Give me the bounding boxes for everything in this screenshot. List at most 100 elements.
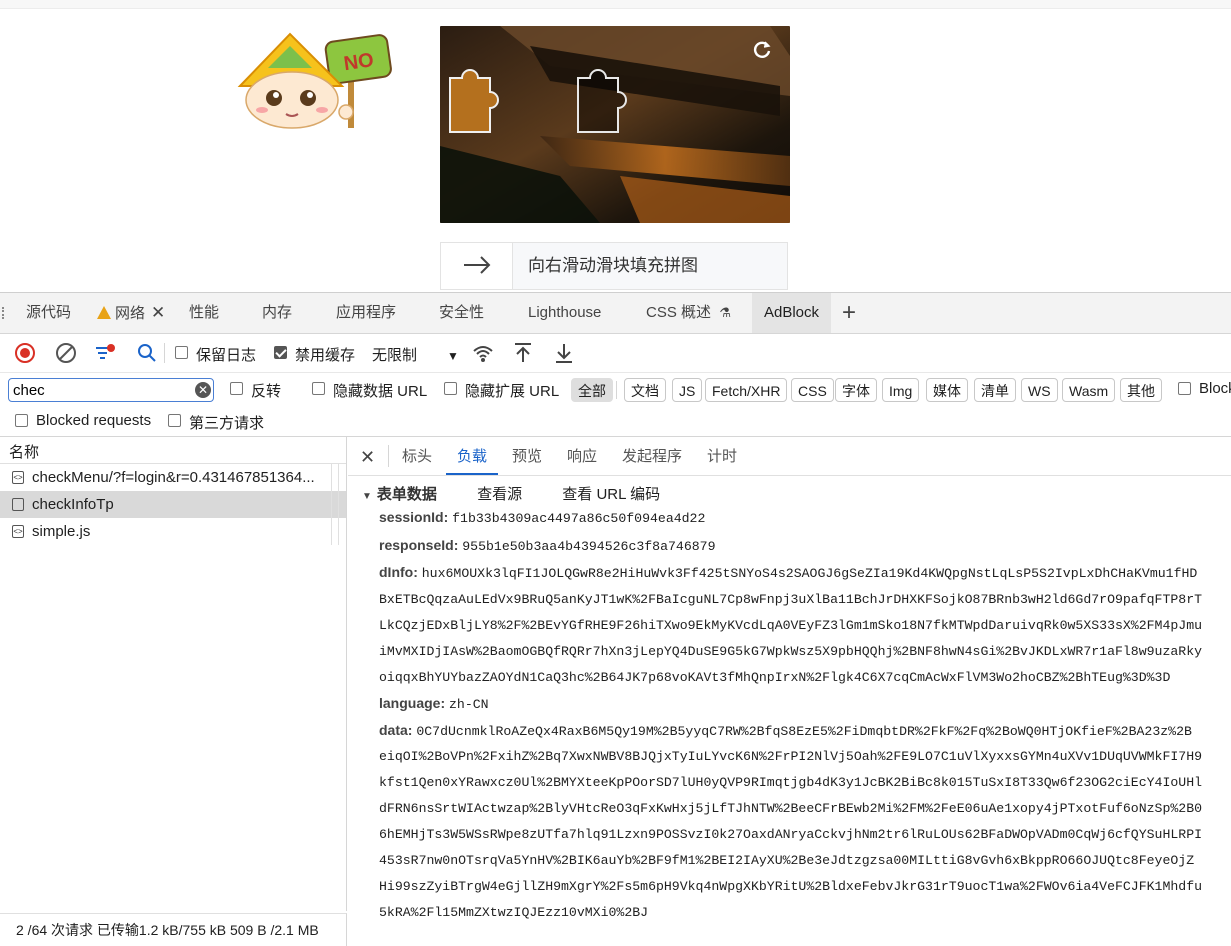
tab-payload[interactable]: 负载 <box>446 437 499 475</box>
field-dinfo: dInfo: hux6MOUXk3lqFI1JOLQGwR8e2HiHuWvk3… <box>379 564 1197 581</box>
blocked-requests-checkbox[interactable] <box>15 414 28 427</box>
type-filter-ws[interactable]: WS <box>1021 378 1058 402</box>
type-filter-manifest[interactable]: 清单 <box>974 378 1016 402</box>
close-icon[interactable]: ✕ <box>151 303 165 322</box>
warning-icon <box>97 306 111 319</box>
filter-bar-secondary: Blocked requests 第三方请求 <box>0 405 1231 437</box>
field-key: data: <box>379 722 413 738</box>
type-filter-css[interactable]: CSS <box>791 378 834 402</box>
preserve-log-checkbox[interactable] <box>175 346 188 359</box>
field-value-continued: kfst1Qen0xYRawxcz0Ul%2BMYXteeKpPOorSD7lU… <box>379 775 1203 790</box>
search-icon[interactable] <box>137 343 157 363</box>
tab-application[interactable]: 应用程序 <box>336 293 396 333</box>
tab-preview[interactable]: 预览 <box>512 437 542 475</box>
type-filter-font[interactable]: 字体 <box>835 378 877 402</box>
request-row[interactable]: <> checkMenu/?f=login&r=0.431467851364..… <box>0 464 346 491</box>
type-filter-other[interactable]: 其他 <box>1120 378 1162 402</box>
type-filter-js[interactable]: JS <box>672 378 703 402</box>
request-list: 名称 <> checkMenu/?f=login&r=0.43146785136… <box>0 437 347 911</box>
request-row[interactable]: <> simple.js <box>0 518 346 545</box>
refresh-icon[interactable] <box>751 38 773 60</box>
type-filter-all[interactable]: 全部 <box>571 378 613 402</box>
tab-css-overview[interactable]: CSS 概述 ⚗ <box>646 293 731 333</box>
blocked-requests-label: Blocked requests <box>36 412 152 429</box>
invert-checkbox[interactable] <box>230 382 243 395</box>
detail-tab-bar: ✕ 标头 负载 预览 响应 发起程序 计时 <box>348 437 1231 476</box>
field-key: responseId: <box>379 537 459 553</box>
type-filter-doc[interactable]: 文档 <box>624 378 666 402</box>
field-value-continued: oiqqxBhYUYbazZAOYdN1CaQ3hc%2B64JK7p68voK… <box>379 670 1171 685</box>
clear-filter-icon[interactable]: ✕ <box>195 382 211 398</box>
type-filter-img[interactable]: Img <box>882 378 920 402</box>
throttle-select[interactable]: 无限制 ▼ <box>372 344 459 365</box>
puzzle-piece <box>449 69 499 133</box>
tab-initiator[interactable]: 发起程序 <box>622 437 682 475</box>
filter-input[interactable] <box>13 380 189 400</box>
filter-icon[interactable] <box>94 344 116 362</box>
hide-data-url-label: 隐藏数据 URL <box>333 383 428 400</box>
field-language: language: zh-CN <box>379 695 489 712</box>
filter-field: ✕ <box>8 378 214 402</box>
field-response-id: responseId: 955b1e50b3aa4b4394526c3f8a74… <box>379 537 716 554</box>
column-name-header[interactable]: 名称 <box>9 441 39 462</box>
import-har-icon[interactable] <box>513 342 533 364</box>
form-data-title: 表单数据 <box>376 486 437 503</box>
tab-headers[interactable]: 标头 <box>402 437 432 475</box>
hide-ext-url-checkbox[interactable] <box>444 382 457 395</box>
puzzle-slot <box>577 69 627 133</box>
export-har-icon[interactable] <box>554 342 574 364</box>
document-icon <box>12 498 24 511</box>
blocked-cookies-label: Block <box>1199 380 1231 397</box>
field-session-id: sessionId: f1b33b4309ac4497a86c50f094ea4… <box>379 509 705 526</box>
devtools-panel: 源代码 网络 ✕ 性能 内存 应用程序 安全性 Lighthouse CSS 概述… <box>0 292 1231 946</box>
disable-cache-checkbox[interactable] <box>274 346 287 359</box>
throttle-value: 无限制 <box>372 347 418 364</box>
invert-label: 反转 <box>251 383 282 400</box>
field-value-continued: BxETBcQqzaAuLEdVx9BRuQ5anKyJT1wK%2FBaIcg… <box>379 592 1203 607</box>
field-value: f1b33b4309ac4497a86c50f094ea4d22 <box>452 511 706 526</box>
type-filter-fetch-xhr[interactable]: Fetch/XHR <box>705 378 788 402</box>
tab-sources[interactable]: 源代码 <box>26 293 71 333</box>
filter-bar: ✕ 反转 隐藏数据 URL 隐藏扩展 URL 全部 文档 JS Fetch/XH… <box>0 373 1231 405</box>
request-row-selected[interactable]: checkInfoTp <box>0 491 346 518</box>
field-value: hux6MOUXk3lqFI1JOLQGwR8e2HiHuWvk3Ff425tS… <box>421 566 1198 581</box>
tab-network[interactable]: 网络 ✕ <box>97 293 165 333</box>
record-stop-icon[interactable] <box>15 343 35 363</box>
tab-lighthouse[interactable]: Lighthouse <box>528 293 601 333</box>
view-url-encoded-link[interactable]: 查看 URL 编码 <box>562 486 660 503</box>
field-value-continued: eiqOI%2BoVPn%2FxihZ%2Bq7XwxNWBV8BJQjxTyI… <box>379 749 1203 764</box>
hide-data-url-checkbox[interactable] <box>312 382 325 395</box>
captcha-slider: 向右滑动滑块填充拼图 <box>440 242 788 290</box>
tab-response[interactable]: 响应 <box>567 437 597 475</box>
triangle-down-icon: ▼ <box>362 491 372 502</box>
tab-security[interactable]: 安全性 <box>439 293 484 333</box>
mascot-sign-text: NO <box>342 49 375 75</box>
field-key: language: <box>379 695 446 711</box>
tab-adblock[interactable]: AdBlock <box>752 293 832 333</box>
field-value: zh-CN <box>449 697 489 712</box>
field-value-continued: dFRN6nsSrtWIActwzap%2BlyVHtcReO3qFxKwHxj… <box>379 801 1203 816</box>
field-value-continued: 453sR7nw0nOTsrqVa5YnHV%2BIK6auYb%2BF9fM1… <box>379 853 1195 868</box>
tab-timing[interactable]: 计时 <box>707 437 737 475</box>
type-filter-media[interactable]: 媒体 <box>926 378 968 402</box>
close-detail-icon[interactable]: ✕ <box>360 447 375 468</box>
third-party-checkbox[interactable] <box>168 414 181 427</box>
form-data-section-header[interactable]: ▼ 表单数据 查看源 查看 URL 编码 <box>362 483 660 504</box>
clear-log-icon[interactable] <box>56 343 76 363</box>
view-source-link[interactable]: 查看源 <box>477 486 522 503</box>
slider-handle[interactable] <box>441 243 513 289</box>
request-name: checkMenu/?f=login&r=0.431467851364... <box>32 469 315 486</box>
add-tab-icon[interactable]: + <box>842 293 856 333</box>
blocked-cookies-checkbox[interactable] <box>1178 382 1191 395</box>
tab-memory[interactable]: 内存 <box>262 293 292 333</box>
field-value: 0C7dUcnmklRoAZeQx4RaxB6M5Qy19M%2B5yyqC7R… <box>416 724 1192 739</box>
field-value-continued: LkCQzjEDxBljLY8%2F%2BEvYGfRHE9F26hiTXwo9… <box>379 618 1203 633</box>
network-conditions-icon[interactable] <box>472 343 494 363</box>
request-name: simple.js <box>32 523 91 540</box>
field-value-continued: 6hEMHjTs3W5WSsRWpe8zUTfa7hlq91Lzxn9POSSv… <box>379 827 1203 842</box>
type-filter-wasm[interactable]: Wasm <box>1062 378 1116 402</box>
field-value-continued: 5kRA%2Fl15MmZXtwzIQJEzz10vMXi0%2BJ <box>379 905 649 920</box>
tab-performance[interactable]: 性能 <box>189 293 219 333</box>
third-party-label: 第三方请求 <box>189 415 265 432</box>
field-data: data: 0C7dUcnmklRoAZeQx4RaxB6M5Qy19M%2B5… <box>379 722 1192 739</box>
